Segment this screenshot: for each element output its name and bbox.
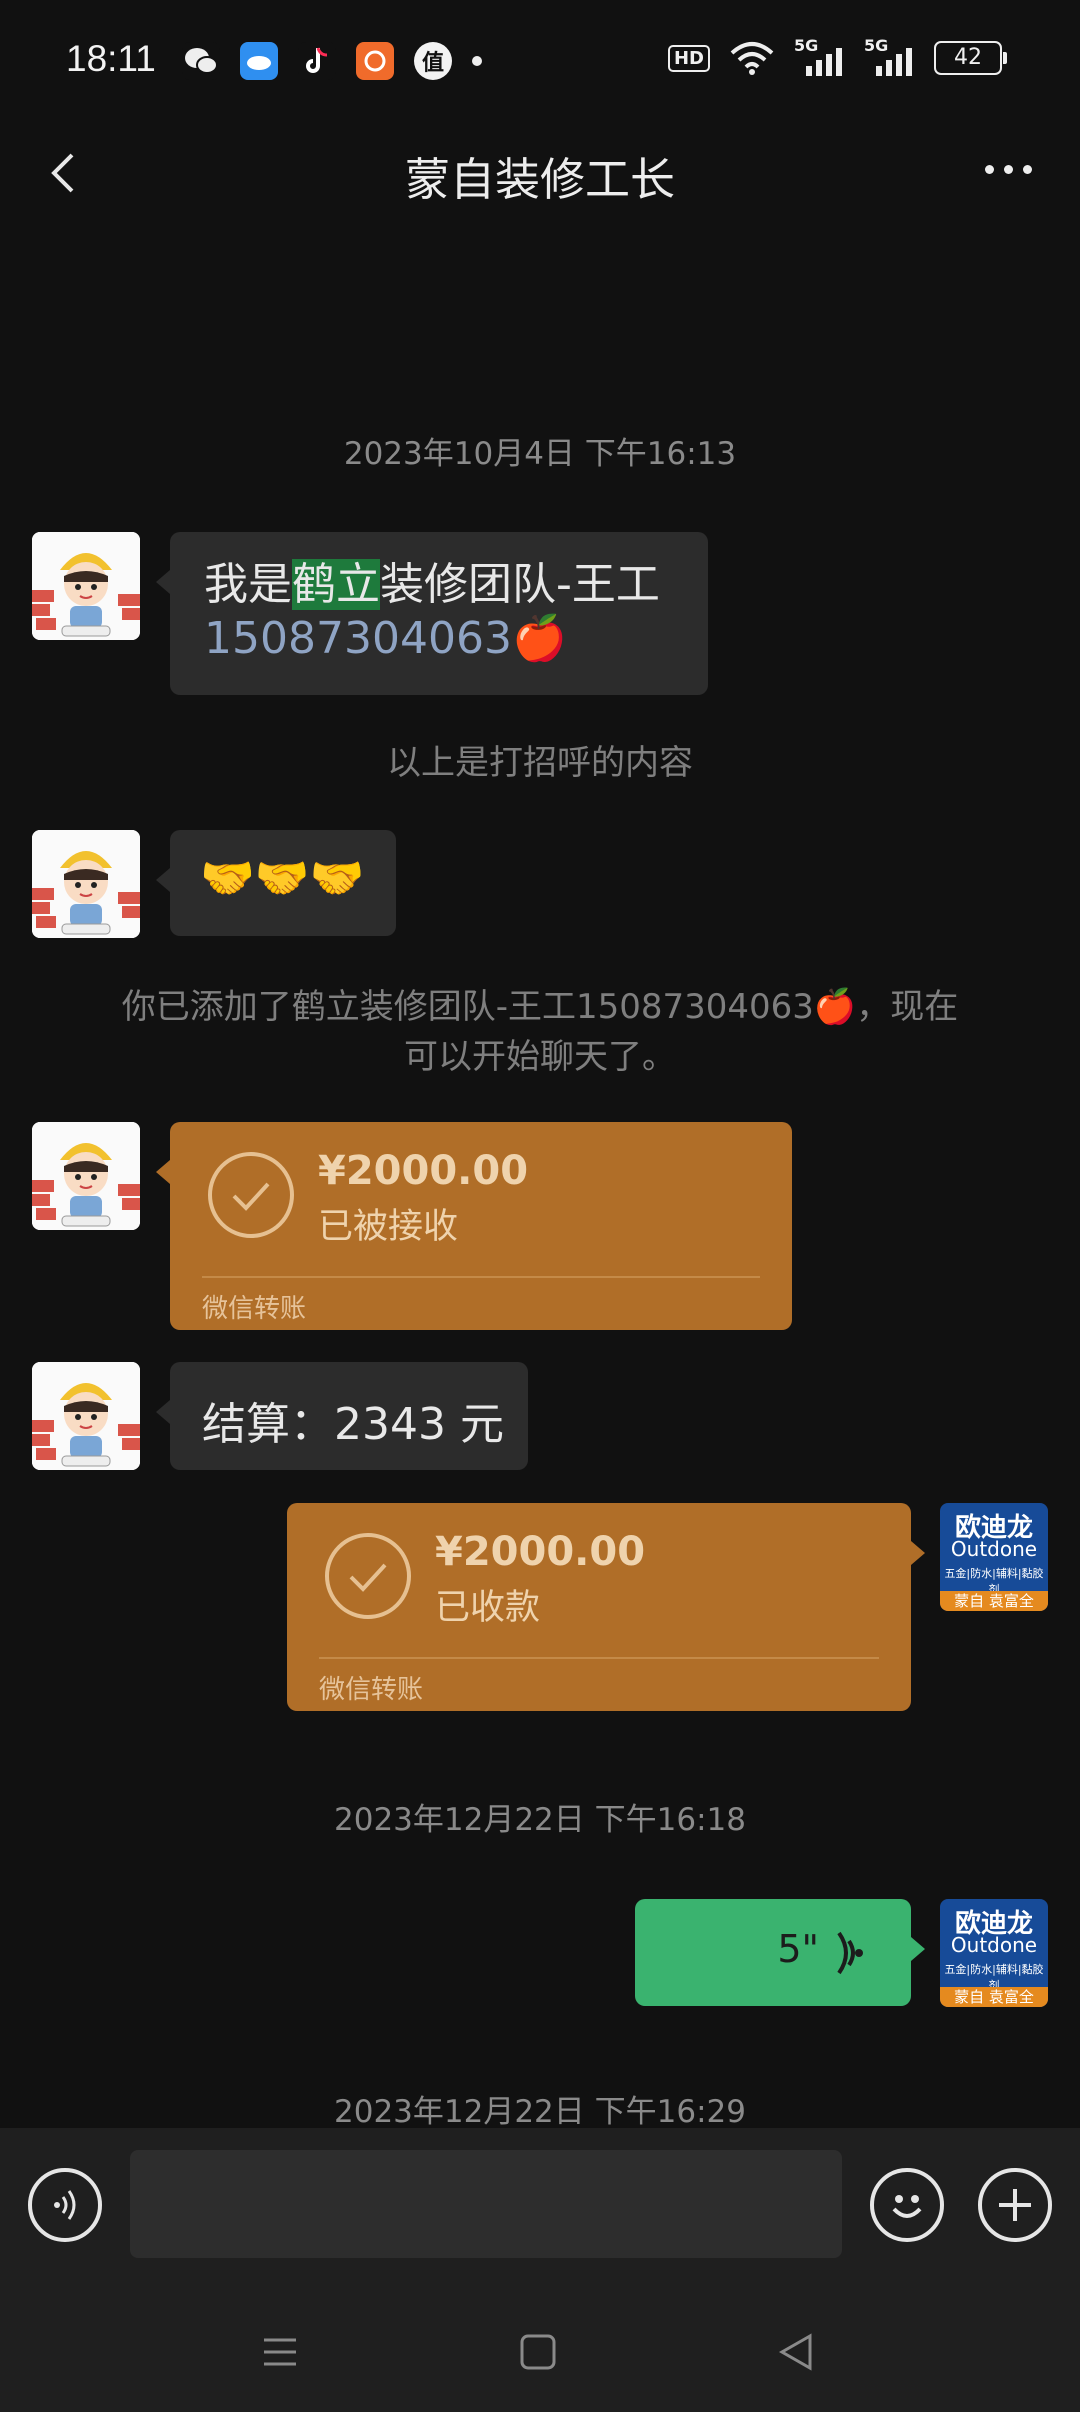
wifi-icon <box>730 42 774 75</box>
worker-girl-avatar <box>32 1362 140 1470</box>
plus-icon <box>999 2189 1031 2221</box>
brand-english: Outdone <box>950 1537 1038 1561</box>
voice-wave-icon <box>837 1931 863 1975</box>
handshake-emoji: 🤝🤝🤝 <box>200 853 365 904</box>
transfer-amount: ¥2000.00 <box>435 1529 646 1575</box>
status-indicators: HD 5G 5G 42 <box>667 36 1007 76</box>
square-icon <box>520 2334 556 2370</box>
more-functions-button[interactable] <box>978 2168 1052 2242</box>
voice-input-button[interactable] <box>28 2168 102 2242</box>
system-navigation-bar <box>0 2282 1080 2412</box>
wechat-icon <box>182 42 220 80</box>
voice-duration: 5" <box>777 1927 819 1971</box>
status-app-icons: 值 <box>182 42 482 80</box>
status-bar: 18:11 值 HD 5G 5G 42 <box>0 0 1080 125</box>
check-circle-icon <box>208 1152 294 1238</box>
system-message-added: 你已添加了鹤立装修团队-王工15087304063🍎，现在 可以开始聊天了。 <box>121 987 959 1077</box>
contact-avatar[interactable] <box>32 830 140 938</box>
system-message: 以上是打招呼的内容 <box>387 743 693 783</box>
notification-dot <box>472 56 482 66</box>
divider <box>202 1276 760 1278</box>
greeting-text-rest: 装修团队-王工 <box>380 559 660 610</box>
status-time: 18:11 <box>66 38 156 79</box>
phone-number-link[interactable]: 15087304063 <box>204 613 512 664</box>
app-icon <box>356 42 394 80</box>
emoji-button[interactable] <box>870 2168 944 2242</box>
more-dot-icon <box>985 165 994 174</box>
apple-emoji: 🍎 <box>511 613 567 664</box>
timestamp: 2023年10月4日 下午16:13 <box>343 436 737 472</box>
message-bubble-handshake[interactable]: 🤝🤝🤝 <box>156 830 396 936</box>
hd-badge: HD <box>667 44 710 72</box>
timestamp: 2023年12月22日 下午16:18 <box>334 1802 746 1838</box>
contact-avatar[interactable] <box>32 1362 140 1470</box>
message-input[interactable] <box>130 2150 842 2258</box>
message-bubble-greeting[interactable]: 我是鹤立装修团队-王工 15087304063🍎 <box>156 532 708 695</box>
chat-title: 蒙自装修工长 <box>404 153 675 206</box>
divider <box>319 1657 879 1659</box>
back-nav-button[interactable] <box>766 2322 826 2382</box>
transfer-status: 已收款 <box>435 1588 541 1628</box>
greeting-text: 我是 <box>204 559 292 610</box>
signal-5g-1: 5G <box>794 36 844 76</box>
worker-girl-avatar <box>32 830 140 938</box>
highlighted-keyword[interactable]: 鹤立 <box>292 559 380 610</box>
chat-screen: 18:11 值 HD 5G 5G 42 蒙自装修工长 2023年10月4日 下午… <box>0 0 1080 2412</box>
wechat-transfer-card-received[interactable]: ¥2000.00 已收款 微信转账 <box>287 1503 925 1711</box>
smiley-icon <box>892 2195 922 2218</box>
message-bubble-settlement[interactable]: 结算：2343 元 <box>156 1362 528 1470</box>
wechat-transfer-card[interactable]: ¥2000.00 已被接收 微信转账 <box>156 1122 792 1330</box>
menu-icon <box>264 2338 296 2366</box>
worker-girl-avatar <box>32 532 140 640</box>
menu-button[interactable] <box>250 2322 310 2382</box>
transfer-amount: ¥2000.00 <box>318 1148 529 1194</box>
home-button[interactable] <box>508 2322 568 2382</box>
weather-icon <box>240 42 278 80</box>
my-avatar[interactable]: 欧迪龙 Outdone 五金|防水|辅料|黏胶剂 蒙自 袁富全 <box>940 1899 1048 2007</box>
triangle-back-icon <box>778 2333 812 2371</box>
contact-avatar[interactable] <box>32 1122 140 1230</box>
transfer-status: 已被接收 <box>318 1207 459 1247</box>
transfer-footer: 微信转账 <box>319 1675 424 1705</box>
check-circle-icon <box>325 1533 411 1619</box>
transfer-footer: 微信转账 <box>202 1294 307 1324</box>
worker-girl-avatar <box>32 1122 140 1230</box>
battery-indicator: 42 <box>934 41 1007 75</box>
signal-5g-2: 5G <box>864 36 914 76</box>
zhi-icon: 值 <box>414 42 452 80</box>
settlement-text: 结算：2343 元 <box>202 1399 504 1450</box>
my-avatar[interactable]: 欧迪龙 Outdone 五金|防水|辅料|黏胶剂 蒙自 袁富全 <box>940 1503 1048 1611</box>
contact-avatar[interactable] <box>32 532 140 640</box>
brand-owner: 蒙自 袁富全 <box>940 1591 1048 1611</box>
chat-header: 蒙自装修工长 <box>0 125 1080 225</box>
more-options-button[interactable] <box>985 165 1032 174</box>
timestamp: 2023年12月22日 下午16:29 <box>334 2094 746 2130</box>
voice-message-bubble[interactable]: 5" <box>635 1899 925 2006</box>
input-bar <box>0 2128 1080 2282</box>
voice-wave-icon <box>54 2190 76 2220</box>
douyin-icon <box>298 42 336 80</box>
